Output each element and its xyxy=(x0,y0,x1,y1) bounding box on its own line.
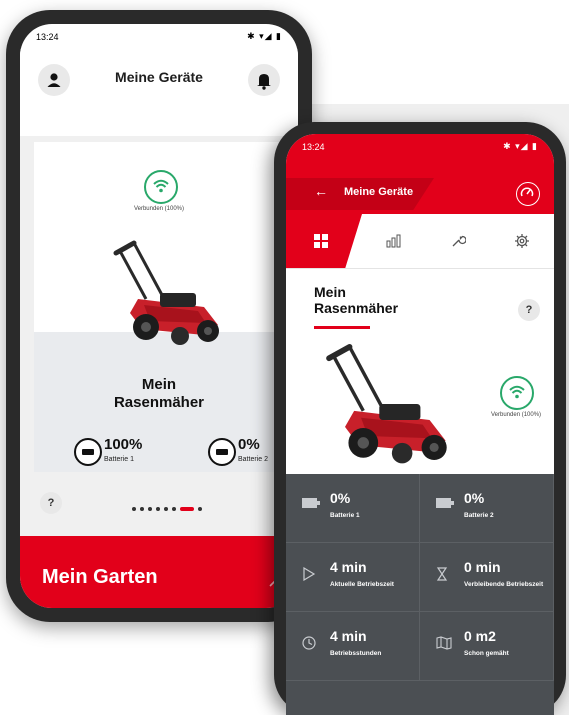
status-bar: 13:24 ✱ ▾◢ ▮ xyxy=(286,134,554,158)
wrench-icon xyxy=(452,235,466,247)
stat-label: Aktuelle Betriebszeit xyxy=(330,581,394,588)
status-icons: ✱ ▾◢ ▮ xyxy=(247,31,282,41)
stats-grid: 0% Batterie 1 0% Batterie 2 4 min Aktuel… xyxy=(286,474,554,715)
page-dot[interactable] xyxy=(140,506,144,511)
stat-value: 0% xyxy=(330,490,351,506)
play-icon xyxy=(303,567,316,581)
battery2-value: 0% xyxy=(238,436,260,453)
phone-front: 13:24 ✱ ▾◢ ▮ ← Meine Geräte Mein Rasenmä… xyxy=(274,122,566,715)
help-button[interactable]: ? xyxy=(40,492,62,514)
notifications-button[interactable] xyxy=(248,64,280,96)
battery-icon xyxy=(436,498,454,508)
phone-back: 13:24 ✱ ▾◢ ▮ Meine Geräte Verbunden (100… xyxy=(6,10,312,622)
gear-icon xyxy=(515,234,529,248)
wifi-icon xyxy=(509,385,525,399)
gauge-icon xyxy=(520,186,533,196)
battery1-value: 100% xyxy=(104,436,143,453)
stat-value: 4 min xyxy=(330,559,367,575)
status-bar: 13:24 ✱ ▾◢ ▮ xyxy=(20,24,298,48)
stat-label: Batterie 2 xyxy=(464,512,494,519)
connection-status xyxy=(500,376,534,410)
tab-service[interactable] xyxy=(426,214,490,268)
connection-status xyxy=(144,170,178,204)
page-indicator[interactable] xyxy=(132,500,206,511)
connection-label: Verbunden (100%) xyxy=(133,206,185,212)
phone-back-screen: 13:24 ✱ ▾◢ ▮ Meine Geräte Verbunden (100… xyxy=(20,24,298,608)
bell-icon xyxy=(257,74,271,90)
stat-label: Betriebsstunden xyxy=(330,650,382,657)
title-underline xyxy=(314,326,370,329)
device-card[interactable]: Verbunden (100%) Mein Rasenmäher 100% Ba… xyxy=(34,142,284,472)
stat-value: 0 m2 xyxy=(464,628,496,644)
wifi-icon xyxy=(153,179,169,193)
stat-remaining-runtime: 0 min Verbleibende Betriebszeit xyxy=(420,543,554,612)
device-name-line2: Rasenmäher xyxy=(314,300,399,316)
tab-bar xyxy=(286,214,554,268)
battery2-label: Batterie 2 xyxy=(238,456,268,463)
page-dot[interactable] xyxy=(198,506,202,511)
battery1-label: Batterie 1 xyxy=(104,456,134,463)
page-title: Meine Geräte xyxy=(344,186,414,198)
stat-battery-1: 0% Batterie 1 xyxy=(286,474,420,543)
battery-icon xyxy=(74,438,102,466)
stat-value: 0% xyxy=(464,490,485,506)
back-button[interactable]: ← xyxy=(314,183,328,199)
status-time: 13:24 xyxy=(302,142,325,152)
stat-label: Verbleibende Betriebszeit xyxy=(464,581,544,588)
device-name-line1: Mein xyxy=(314,284,346,300)
stat-value: 0 min xyxy=(464,559,501,575)
bar-chart-icon xyxy=(386,234,401,248)
footer-title: Mein Garten xyxy=(42,566,158,588)
page-dot-active[interactable] xyxy=(180,506,194,511)
lawnmower-image xyxy=(113,240,219,345)
stat-current-runtime: 4 min Aktuelle Betriebszeit xyxy=(286,543,420,612)
connection-label: Verbunden (100%) xyxy=(491,412,542,418)
device-name: Mein Rasenmäher xyxy=(34,376,284,412)
map-icon xyxy=(436,636,452,650)
tab-statistics[interactable] xyxy=(362,214,426,268)
app-header: 13:24 ✱ ▾◢ ▮ ← Meine Geräte xyxy=(286,134,554,214)
stat-battery-2: 0% Batterie 2 xyxy=(420,474,554,543)
tab-settings[interactable] xyxy=(490,214,554,268)
stat-label: Schon gemäht xyxy=(464,650,509,657)
page-dot[interactable] xyxy=(164,506,168,511)
device-name: Mein Rasenmäher xyxy=(314,284,398,316)
stat-value: 4 min xyxy=(330,628,367,644)
tab-dashboard[interactable] xyxy=(286,214,356,268)
device-name-line2: Rasenmäher xyxy=(113,394,205,411)
stat-label: Batterie 1 xyxy=(330,512,360,519)
status-time: 13:24 xyxy=(36,32,59,42)
clock-icon xyxy=(302,636,316,650)
page-dot[interactable] xyxy=(172,506,176,511)
tab-divider xyxy=(286,268,554,269)
status-icons: ✱ ▾◢ ▮ xyxy=(503,141,538,151)
speed-button[interactable] xyxy=(516,182,540,206)
battery-icon xyxy=(302,498,320,508)
page-dot[interactable] xyxy=(156,506,160,511)
stat-area-mowed: 0 m2 Schon gemäht xyxy=(420,612,554,681)
device-name-line1: Mein xyxy=(141,376,177,393)
stat-operating-hours: 4 min Betriebsstunden xyxy=(286,612,420,681)
page-dot[interactable] xyxy=(132,506,136,511)
help-button[interactable]: ? xyxy=(518,299,540,321)
lawnmower-image xyxy=(326,344,447,464)
hourglass-icon xyxy=(436,567,448,581)
battery-icon xyxy=(208,438,236,466)
page-dot[interactable] xyxy=(148,506,152,511)
garden-footer[interactable]: Mein Garten xyxy=(20,536,298,608)
phone-front-screen: 13:24 ✱ ▾◢ ▮ ← Meine Geräte Mein Rasenmä… xyxy=(286,134,554,715)
grid-icon xyxy=(314,234,328,248)
